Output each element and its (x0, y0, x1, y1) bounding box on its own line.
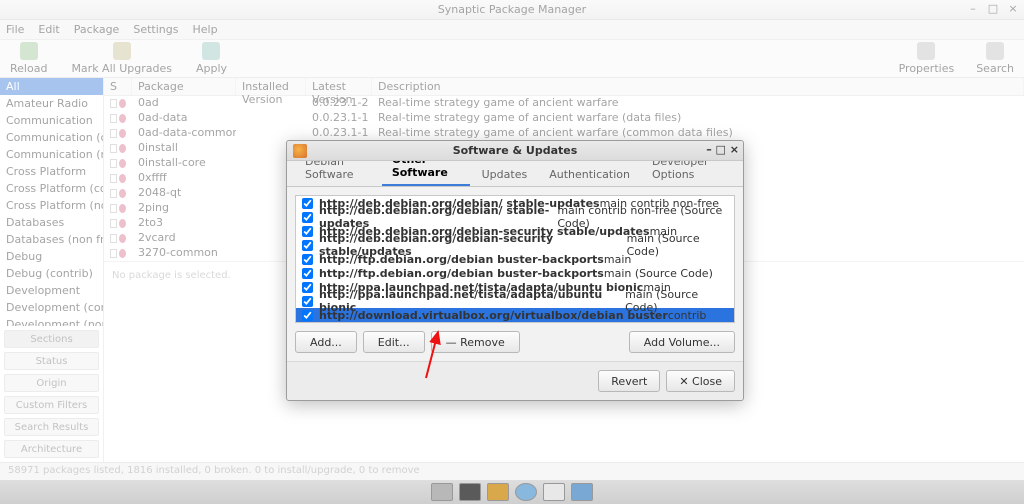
app-titlebar: Synaptic Package Manager – □ × (0, 0, 1024, 20)
source-checkbox[interactable] (302, 226, 313, 237)
source-checkbox[interactable] (302, 240, 313, 251)
tab-authentication[interactable]: Authentication (539, 163, 640, 186)
menu-help[interactable]: Help (192, 23, 217, 36)
status-button[interactable]: Status (4, 352, 99, 370)
menu-settings[interactable]: Settings (133, 23, 178, 36)
edit-button[interactable]: Edit... (363, 331, 425, 353)
dialog-app-icon (293, 144, 307, 158)
source-checkbox[interactable] (302, 282, 313, 293)
dialog-titlebar[interactable]: Software & Updates – □ × (287, 141, 743, 161)
table-row[interactable]: 0ad0.0.23.1-2Real-time strategy game of … (104, 96, 1024, 111)
source-checkbox[interactable] (302, 212, 313, 223)
source-checkbox[interactable] (302, 310, 313, 321)
dialog-maximize-icon[interactable]: □ (716, 143, 726, 156)
category-item[interactable]: Communication (0, 112, 103, 129)
close-icon[interactable]: × (1006, 2, 1020, 15)
dialog-minimize-icon[interactable]: – (706, 143, 712, 156)
close-x-icon: ✕ (679, 375, 692, 388)
dialog-close-icon[interactable]: × (730, 143, 739, 156)
source-row[interactable]: http://deb.debian.org/debian-security st… (296, 238, 734, 252)
software-updates-dialog: Software & Updates – □ × Debian Software… (286, 140, 744, 401)
statusbar: 58971 packages listed, 1816 installed, 0… (0, 462, 1024, 480)
menu-edit[interactable]: Edit (38, 23, 59, 36)
search-results-button[interactable]: Search Results (4, 418, 99, 436)
source-checkbox[interactable] (302, 268, 313, 279)
sidebar: AllAmateur RadioCommunicationCommunicati… (0, 78, 104, 462)
properties-button[interactable]: Properties (899, 42, 955, 75)
source-row[interactable]: http://download.virtualbox.org/virtualbo… (296, 308, 734, 322)
category-item[interactable]: Cross Platform (non free) (0, 197, 103, 214)
toolbar: Reload Mark All Upgrades Apply Propertie… (0, 40, 1024, 78)
revert-button[interactable]: Revert (598, 370, 660, 392)
taskbar-item[interactable] (459, 483, 481, 501)
category-item[interactable]: Debug (contrib) (0, 265, 103, 282)
dialog-title: Software & Updates (287, 144, 743, 157)
category-item[interactable]: Development (non free) (0, 316, 103, 326)
category-item[interactable]: Development (0, 282, 103, 299)
dialog-tabs: Debian SoftwareOther SoftwareUpdatesAuth… (287, 161, 743, 187)
remove-button[interactable]: — Remove (431, 331, 520, 353)
search-button[interactable]: Search (976, 42, 1014, 75)
menubar: File Edit Package Settings Help (0, 20, 1024, 40)
col-status[interactable]: S (104, 78, 132, 95)
category-item[interactable]: Databases (non free) (0, 231, 103, 248)
minimize-icon[interactable]: – (966, 2, 980, 15)
taskbar-item[interactable] (543, 483, 565, 501)
taskbar-item[interactable] (515, 483, 537, 501)
close-button[interactable]: ✕ Close (666, 370, 735, 392)
table-row[interactable]: 0ad-data-common0.0.23.1-1Real-time strat… (104, 126, 1024, 141)
category-item[interactable]: Communication (non free) (0, 146, 103, 163)
category-item[interactable]: Cross Platform (0, 163, 103, 180)
source-checkbox[interactable] (302, 296, 313, 307)
col-package[interactable]: Package (132, 78, 236, 95)
sections-button[interactable]: Sections (4, 330, 99, 348)
apply-button[interactable]: Apply (196, 42, 227, 75)
category-item[interactable]: Cross Platform (contrib) (0, 180, 103, 197)
reload-button[interactable]: Reload (10, 42, 47, 75)
source-checkbox[interactable] (302, 198, 313, 209)
add-button[interactable]: Add... (295, 331, 357, 353)
source-row[interactable]: http://ftp.debian.org/debian buster-back… (296, 266, 734, 280)
add-volume-button[interactable]: Add Volume... (629, 331, 735, 353)
app-title: Synaptic Package Manager (438, 3, 586, 16)
category-item[interactable]: Debug (0, 248, 103, 265)
custom-filters-button[interactable]: Custom Filters (4, 396, 99, 414)
category-item[interactable]: Databases (0, 214, 103, 231)
taskbar-item[interactable] (431, 483, 453, 501)
origin-button[interactable]: Origin (4, 374, 99, 392)
taskbar-item[interactable] (571, 483, 593, 501)
taskbar[interactable] (0, 480, 1024, 504)
category-item[interactable]: Development (contrib) (0, 299, 103, 316)
mark-upgrades-button[interactable]: Mark All Upgrades (71, 42, 172, 75)
taskbar-item[interactable] (487, 483, 509, 501)
col-latest-version[interactable]: Latest Version (306, 78, 372, 95)
source-checkbox[interactable] (302, 254, 313, 265)
table-row[interactable]: 0ad-data0.0.23.1-1Real-time strategy gam… (104, 111, 1024, 126)
category-item[interactable]: Communication (contrib) (0, 129, 103, 146)
category-item[interactable]: All (0, 78, 103, 95)
sources-list[interactable]: http://deb.debian.org/debian/ stable-upd… (295, 195, 735, 323)
col-description[interactable]: Description (372, 78, 1024, 95)
tab-updates[interactable]: Updates (472, 163, 538, 186)
menu-package[interactable]: Package (74, 23, 120, 36)
maximize-icon[interactable]: □ (986, 2, 1000, 15)
source-row[interactable]: http://ppa.launchpad.net/tista/adapta/ub… (296, 294, 734, 308)
category-item[interactable]: Amateur Radio (0, 95, 103, 112)
category-list[interactable]: AllAmateur RadioCommunicationCommunicati… (0, 78, 103, 326)
menu-file[interactable]: File (6, 23, 24, 36)
architecture-button[interactable]: Architecture (4, 440, 99, 458)
col-installed-version[interactable]: Installed Version (236, 78, 306, 95)
package-table-header: S Package Installed Version Latest Versi… (104, 78, 1024, 96)
source-row[interactable]: http://deb.debian.org/debian/ stable-upd… (296, 210, 734, 224)
